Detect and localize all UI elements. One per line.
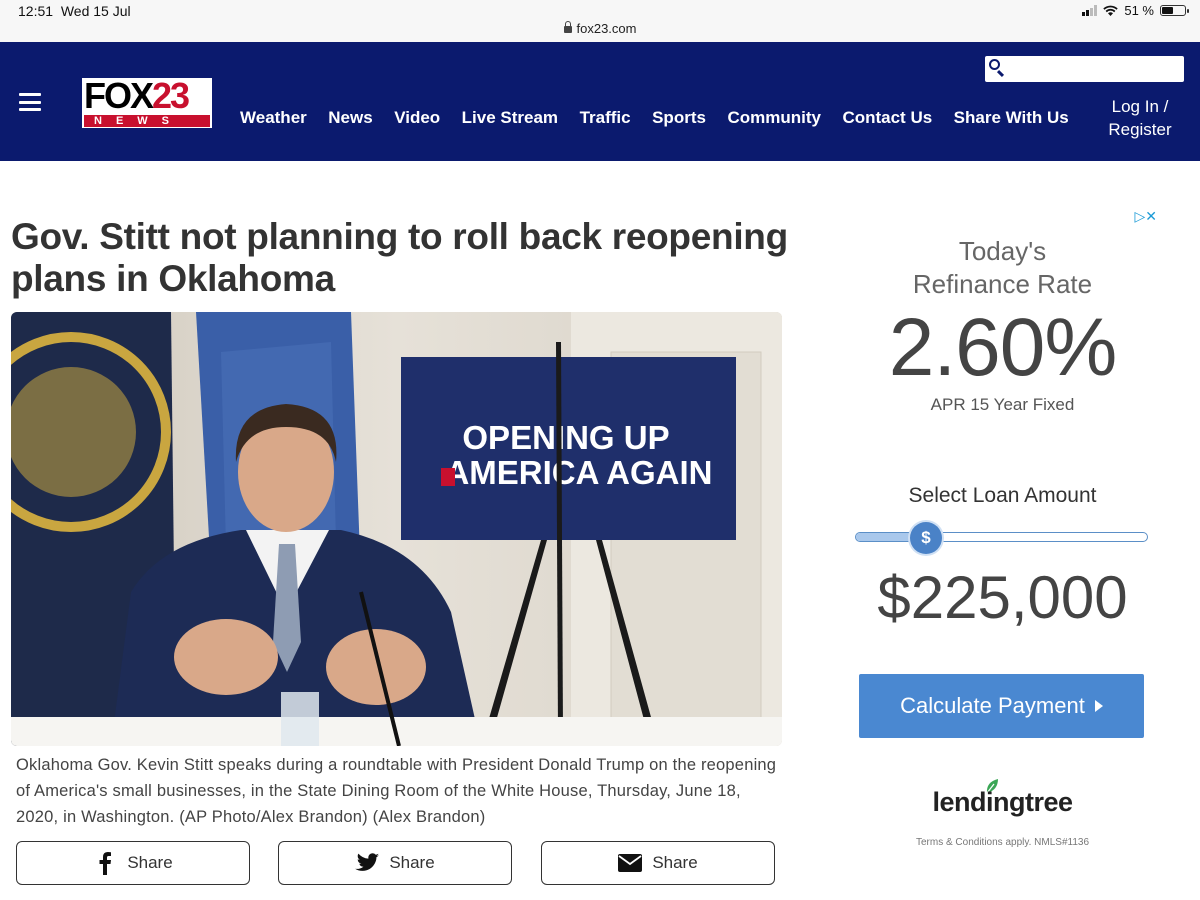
share-email-label: Share — [652, 853, 698, 872]
battery-icon — [1160, 5, 1189, 16]
search-box — [985, 56, 1184, 82]
calculate-payment-button[interactable]: Calculate Payment — [859, 674, 1144, 738]
logo-wordmark: FOX23 — [84, 75, 190, 116]
ad-terms: Terms & Conditions apply. NMLS#1136 — [915, 837, 1090, 848]
url-text: fox23.com — [576, 21, 637, 36]
search-icon[interactable] — [989, 59, 1000, 70]
nav-contact-us[interactable]: Contact Us — [842, 108, 932, 128]
play-arrow-icon — [1094, 700, 1103, 712]
refinance-ad[interactable]: ▷✕ Today's Refinance Rate 2.60% APR 15 Y… — [840, 205, 1165, 855]
logo-news-bar: NEWS — [84, 115, 210, 127]
register-label: Register — [1108, 120, 1172, 139]
search-input[interactable] — [1009, 58, 1181, 80]
lendingtree-logo: lendingtree — [932, 787, 1073, 817]
nav-news[interactable]: News — [328, 108, 372, 128]
nav-share-with-us[interactable]: Share With Us — [954, 108, 1069, 128]
facebook-icon — [93, 851, 117, 875]
ad-choices-icon[interactable]: ▷✕ — [1135, 208, 1158, 225]
nav-sports[interactable]: Sports — [652, 108, 706, 128]
ad-select-label: Select Loan Amount — [908, 484, 1097, 507]
fox23-logo[interactable]: FOX23 NEWS — [82, 75, 212, 128]
share-twitter-label: Share — [389, 853, 435, 872]
status-bar: 12:51 Wed 15 Jul 51 % fox23.com — [0, 0, 1200, 42]
status-indicators: 51 % — [1082, 3, 1189, 18]
loan-amount-slider[interactable] — [855, 532, 1148, 542]
login-register-link[interactable]: Log In / Register — [1100, 95, 1180, 141]
nav-live-stream[interactable]: Live Stream — [462, 108, 558, 128]
email-icon — [618, 851, 643, 875]
main-nav: Weather News Video Live Stream Traffic S… — [240, 108, 1090, 128]
share-facebook-button[interactable]: Share — [16, 841, 250, 885]
url-bar[interactable]: fox23.com — [0, 21, 1200, 36]
sign-line-2: AMERICA AGAIN — [445, 454, 712, 491]
photo-caption: Oklahoma Gov. Kevin Stitt speaks during … — [16, 756, 777, 826]
photo-illustration: OPENING UP AMERICA AGAIN — [11, 312, 782, 746]
battery-percent: 51 % — [1124, 3, 1154, 18]
lock-icon — [563, 21, 572, 33]
sign-line-1: OPENING UP — [462, 419, 669, 456]
cellular-signal-icon — [1082, 5, 1098, 16]
share-email-button[interactable]: Share — [541, 841, 775, 885]
login-label: Log In / — [1111, 97, 1169, 116]
calculate-payment-label: Calculate Payment — [900, 693, 1085, 718]
nav-community[interactable]: Community — [727, 108, 821, 128]
menu-icon[interactable] — [19, 93, 41, 111]
nav-video[interactable]: Video — [394, 108, 440, 128]
slider-handle[interactable]: $ — [910, 522, 942, 554]
share-twitter-button[interactable]: Share — [278, 841, 512, 885]
share-facebook-label: Share — [127, 853, 173, 872]
nav-traffic[interactable]: Traffic — [580, 108, 631, 128]
article-headline: Gov. Stitt not planning to roll back reo… — [11, 216, 788, 299]
status-time: 12:51 Wed 15 Jul — [18, 3, 131, 19]
wifi-icon — [1103, 5, 1119, 16]
loan-amount-value: $225,000 — [877, 564, 1128, 631]
ad-apr-label: APR 15 Year Fixed — [930, 395, 1075, 414]
nav-weather[interactable]: Weather — [240, 108, 307, 128]
twitter-icon — [355, 851, 380, 875]
site-header: FOX23 NEWS Weather News Video Live Strea… — [0, 42, 1200, 161]
ad-rate: 2.60% — [888, 302, 1118, 393]
article-photo[interactable]: OPENING UP AMERICA AGAIN — [11, 312, 782, 746]
ad-title: Today's Refinance Rate — [912, 236, 1093, 299]
